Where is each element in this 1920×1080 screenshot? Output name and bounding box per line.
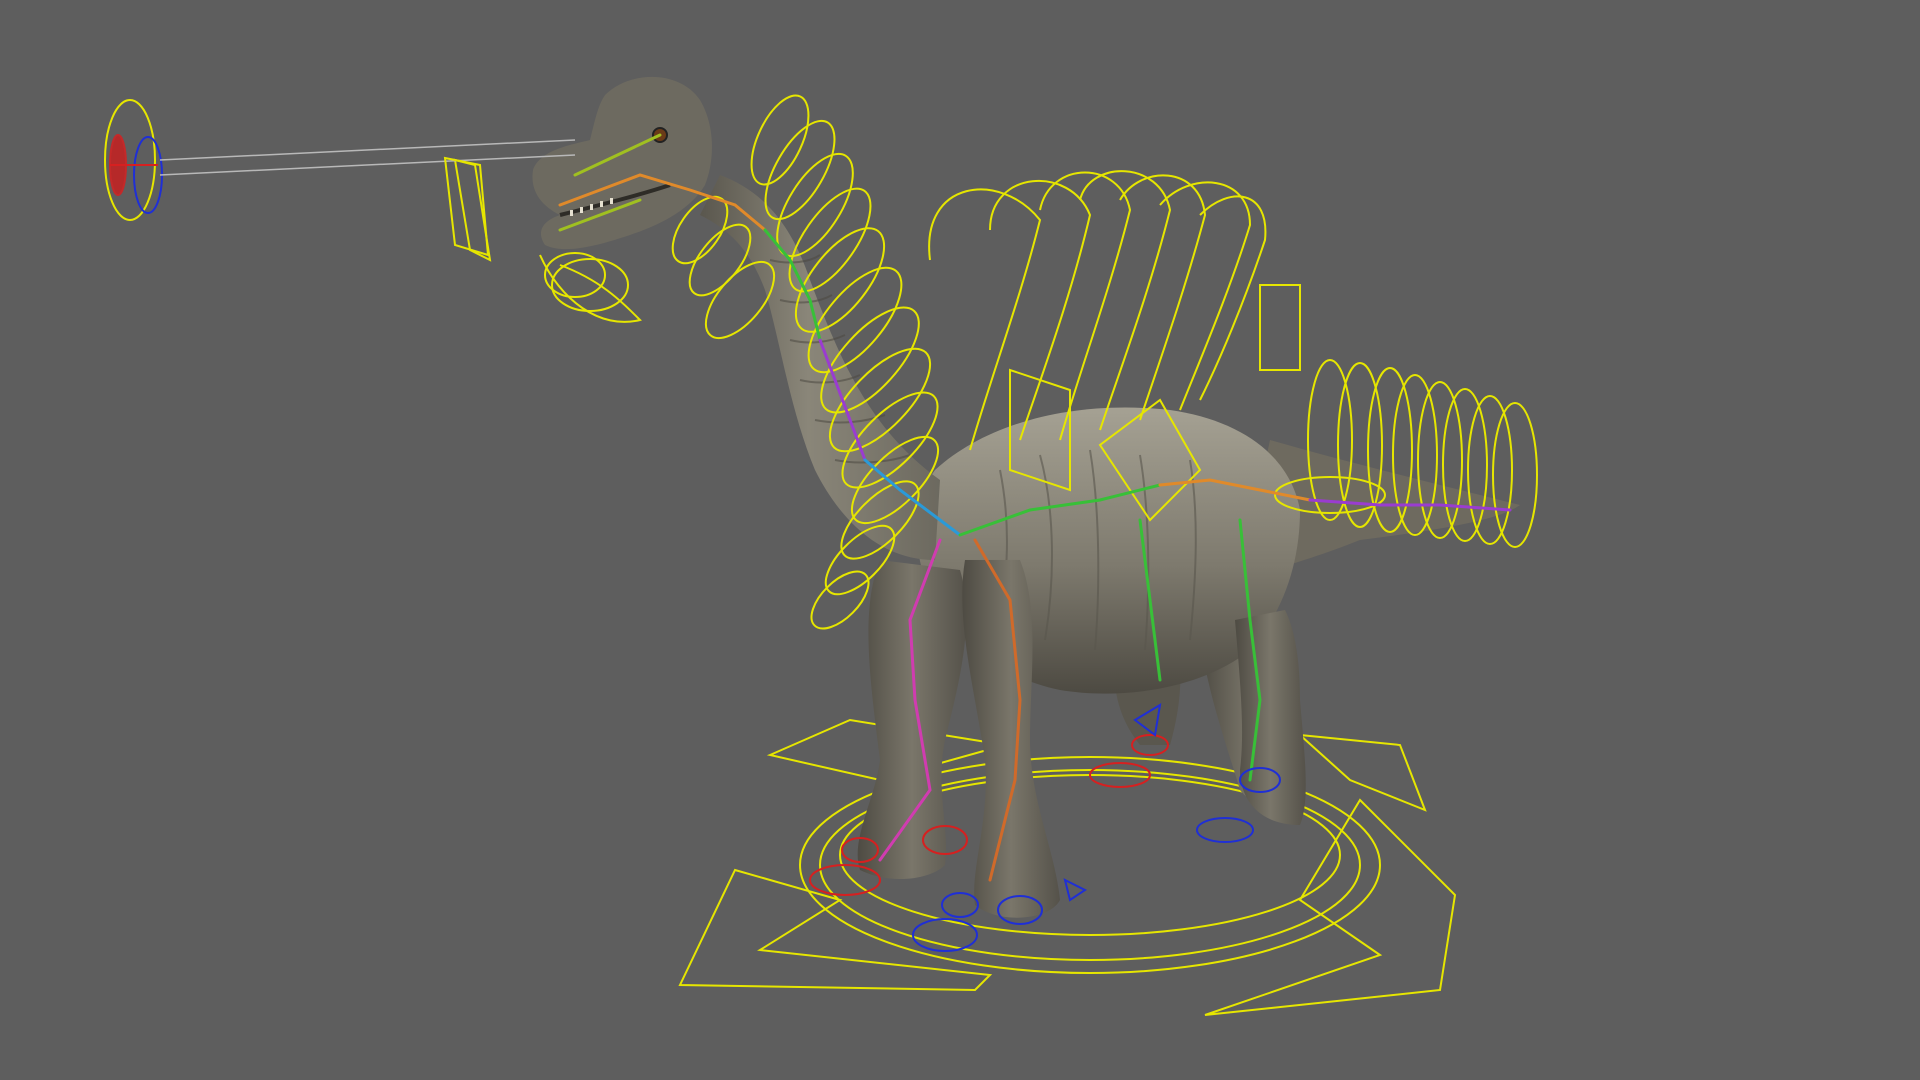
back-right-leg [1235,610,1306,825]
eye-aim-control-icon[interactable] [104,99,163,221]
neck [700,175,940,560]
head [532,76,712,250]
scene-canvas[interactable] [0,0,1920,1080]
front-right-leg [857,560,967,880]
aim-line [159,139,576,176]
3d-viewport[interactable] [0,0,1920,1080]
root-move-arrows-icon[interactable] [678,718,1457,1016]
foot-ik-left[interactable] [912,703,1281,952]
